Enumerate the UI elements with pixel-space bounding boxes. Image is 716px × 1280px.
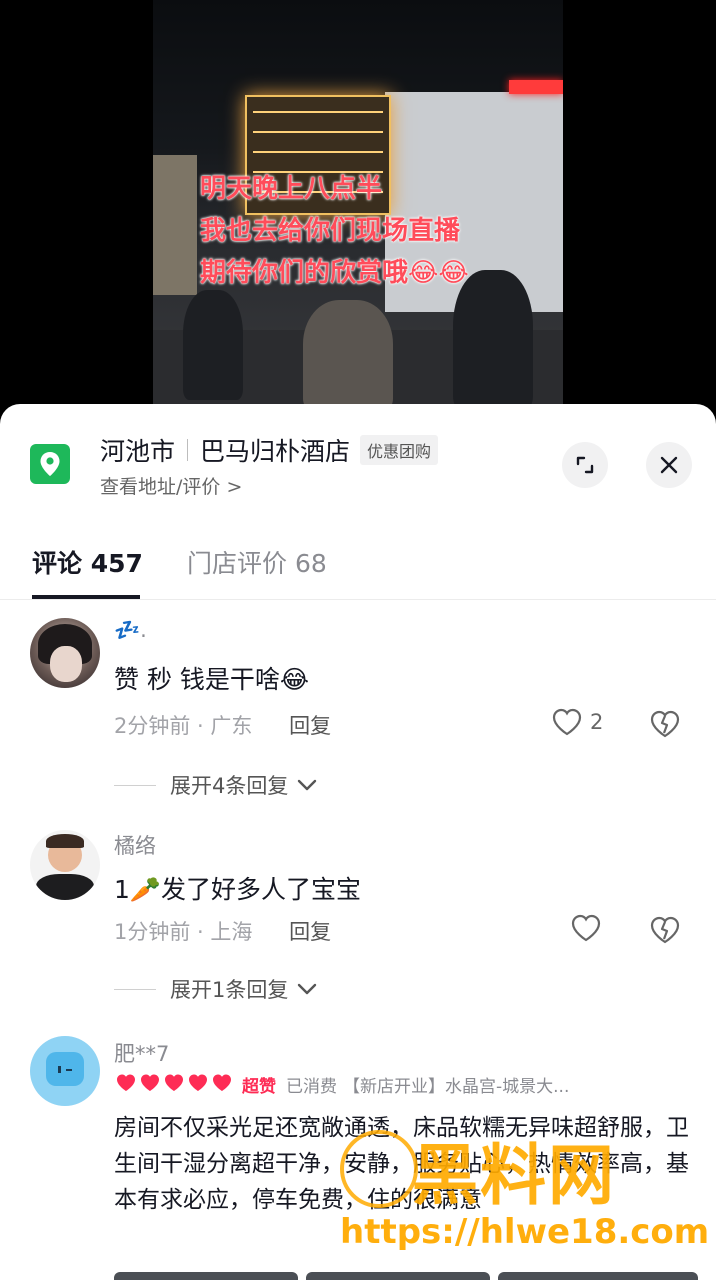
rating-label: 超赞 [242,1077,276,1097]
dislike-button[interactable] [650,710,680,742]
location-pin-icon [30,444,70,484]
close-icon [660,456,678,474]
avatar[interactable] [30,1036,100,1106]
comment-time-location: 2分钟前 · 广东 [114,714,253,738]
review-username[interactable]: 肥**7 [114,1038,169,1068]
watermark-logo-icon [340,1130,418,1208]
avatar[interactable] [30,618,100,688]
reply-button[interactable]: 回复 [289,920,331,944]
broken-heart-icon [650,916,680,944]
store-tag[interactable]: 【新店开业】水晶宫-城景大... [343,1072,569,1097]
caption-line: 我也去给你们现场直播 [200,216,461,246]
poi-header[interactable]: 河池市 巴马归朴酒店 优惠团购 查看地址/评价 > [0,404,716,522]
divider [114,784,156,786]
divider [114,988,156,990]
review-photo[interactable] [498,1272,698,1280]
rating-heart [117,1074,135,1091]
comment-text: 1🥕发了好多人了宝宝 [114,875,362,904]
rating-heart [213,1074,231,1091]
expand-replies[interactable]: 展开1条回复 [114,974,318,1004]
chevron-down-icon [298,779,317,791]
comment-meta: 1分钟前 · 上海 回复 [114,916,331,946]
review-photo[interactable] [114,1272,298,1280]
scene-rider [303,300,393,410]
like-button[interactable] [571,914,609,942]
rating-hearts [114,1072,236,1094]
rating-hearts-icon [117,1074,231,1091]
comment-text: 赞 秒 钱是干啥😂 [114,665,310,694]
watermark-url: https://hlwe18.com [340,1212,710,1252]
comment-username[interactable]: 橘络 [114,830,156,860]
view-address-link[interactable]: 查看地址/评价 > [100,472,242,499]
video-caption-overlay: 明天晚上八点半 我也去给你们现场直播 期待你们的欣赏哦😂😂 [200,168,540,294]
broken-heart-icon [650,710,680,738]
group-buy-badge[interactable]: 优惠团购 [360,435,439,465]
poi-name: 巴马归朴酒店 [200,437,351,466]
caption-line: 期待你们的欣赏哦😂😂 [200,258,469,288]
rating-heart [189,1074,207,1091]
watermark-name: 黑料网 [412,1137,616,1214]
like-count: 2 [590,710,604,734]
watermark: 黑料网 https://hlwe18.com [340,1120,709,1270]
caption-line: 明天晚上八点半 [200,174,383,204]
comment-meta: 2分钟前 · 广东 回复 [114,710,331,740]
poi-title[interactable]: 河池市 巴马归朴酒店 优惠团购 [100,432,439,468]
expand-replies[interactable]: 展开4条回复 [114,770,318,800]
tab-comments[interactable]: 评论 457 [32,544,143,580]
scene-building-left [153,155,197,295]
poi-city: 河池市 [100,437,176,466]
close-button[interactable] [646,442,692,488]
expand-icon [576,456,594,474]
comment-item: 💤. 赞 秒 钱是干啥😂 2分钟前 · 广东 回复 2 展开4条回复 [0,600,716,815]
video-player[interactable]: 明天晚上八点半 我也去给你们现场直播 期待你们的欣赏哦😂😂 [0,0,716,420]
review-photo[interactable] [306,1272,490,1280]
heart-icon [552,708,582,736]
tab-store-reviews[interactable]: 门店评价 68 [187,544,327,580]
active-tab-indicator [32,595,140,599]
rating-heart [141,1074,159,1091]
expand-replies-label: 展开4条回复 [170,774,289,798]
expand-replies-label: 展开1条回复 [170,978,289,1002]
like-button[interactable]: 2 [552,708,603,736]
comment-item: 橘络 1🥕发了好多人了宝宝 1分钟前 · 上海 回复 展开1条回复 [0,818,716,1023]
tab-bar: 评论 457 门店评价 68 [0,522,716,600]
heart-icon [571,914,601,942]
rating-heart [165,1074,183,1091]
comment-username[interactable]: 💤. [114,618,147,643]
scene-rider [183,290,243,400]
avatar[interactable] [30,830,100,900]
divider [187,439,189,461]
reply-button[interactable]: 回复 [289,714,331,738]
scene-neon-sign [509,80,563,94]
comment-time-location: 1分钟前 · 上海 [114,920,253,944]
chevron-down-icon [298,983,317,995]
expand-button[interactable] [562,442,608,488]
dislike-button[interactable] [650,916,680,948]
consumed-badge: 已消费 [286,1077,337,1097]
review-meta: 超赞 已消费 【新店开业】水晶宫-城景大... [242,1072,569,1097]
